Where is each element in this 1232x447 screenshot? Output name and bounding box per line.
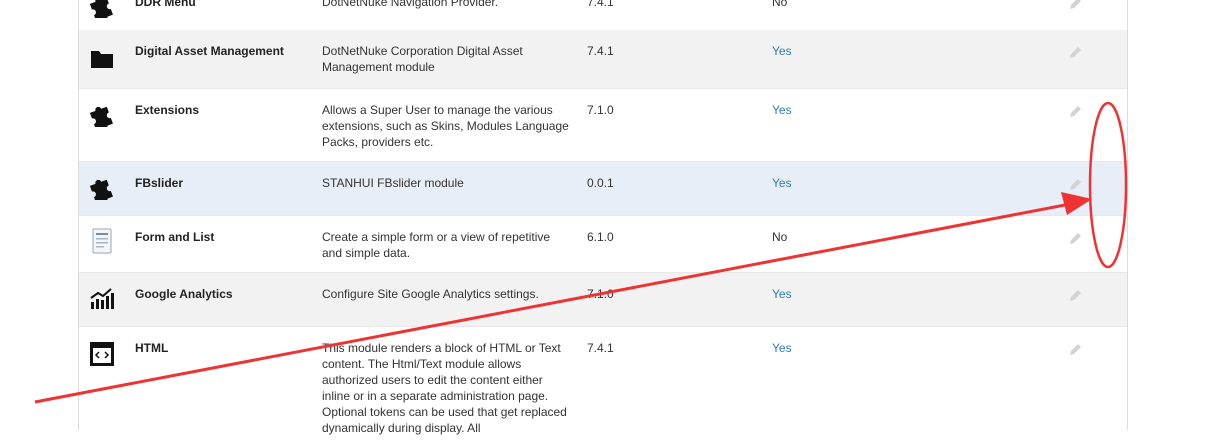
module-premium: Yes	[772, 44, 792, 58]
module-name[interactable]: Digital Asset Management	[135, 43, 295, 59]
form-icon	[92, 228, 112, 254]
module-version: 6.1.0	[587, 230, 614, 244]
module-version: 7.1.0	[587, 103, 614, 117]
module-name[interactable]: Google Analytics	[135, 286, 295, 302]
module-name[interactable]: Form and List	[135, 229, 295, 245]
module-version: 0.0.1	[587, 176, 614, 190]
module-description: This module renders a block of HTML or T…	[322, 341, 567, 435]
module-premium: No	[772, 0, 788, 9]
folder-icon	[91, 51, 113, 68]
module-description: DotNetNuke Corporation Digital Asset Man…	[322, 44, 523, 74]
pencil-icon[interactable]	[1067, 0, 1083, 12]
table-row: HTML This module renders a block of HTML…	[79, 327, 1127, 447]
module-description: Configure Site Google Analytics settings…	[322, 287, 539, 301]
module-description: Allows a Super User to manage the variou…	[322, 103, 569, 149]
module-version: 7.4.1	[587, 341, 614, 355]
module-version: 7.4.1	[587, 44, 614, 58]
module-version: 7.4.1	[587, 0, 614, 9]
table-row: Google Analytics Configure Site Google A…	[79, 273, 1127, 327]
module-description: DotNetNuke Navigation Provider.	[322, 0, 499, 9]
module-premium: Yes	[772, 103, 792, 117]
pencil-icon[interactable]	[1067, 104, 1083, 120]
pencil-icon[interactable]	[1067, 342, 1083, 358]
html-icon	[90, 342, 114, 366]
module-list: DDR Menu DotNetNuke Navigation Provider.…	[78, 0, 1128, 435]
module-premium: Yes	[772, 287, 792, 301]
pencil-icon[interactable]	[1067, 177, 1083, 193]
module-premium: Yes	[772, 341, 792, 355]
module-premium: No	[772, 230, 788, 244]
pencil-icon[interactable]	[1067, 231, 1083, 247]
module-name[interactable]: FBslider	[135, 175, 295, 191]
pencil-icon[interactable]	[1067, 288, 1083, 304]
module-name[interactable]: DDR Menu	[135, 0, 295, 10]
module-premium: Yes	[772, 176, 792, 190]
pencil-icon[interactable]	[1067, 45, 1083, 61]
table-row: Form and List Create a simple form or a …	[79, 216, 1127, 273]
module-name[interactable]: Extensions	[135, 102, 295, 118]
puzzle-icon	[89, 179, 113, 200]
module-version: 7.1.0	[587, 287, 614, 301]
table-row: DDR Menu DotNetNuke Navigation Provider.…	[79, 0, 1127, 31]
puzzle-icon	[89, 106, 113, 127]
module-name[interactable]: HTML	[135, 340, 295, 356]
module-description: Create a simple form or a view of repeti…	[322, 230, 551, 260]
table-row: Digital Asset Management DotNetNuke Corp…	[79, 30, 1127, 89]
table-row: Extensions Allows a Super User to manage…	[79, 89, 1127, 162]
table-row: FBslider STANHUI FBslider module 0.0.1 Y…	[79, 162, 1127, 216]
puzzle-icon	[89, 0, 113, 18]
analytics-icon	[90, 288, 114, 309]
module-description: STANHUI FBslider module	[322, 176, 464, 190]
